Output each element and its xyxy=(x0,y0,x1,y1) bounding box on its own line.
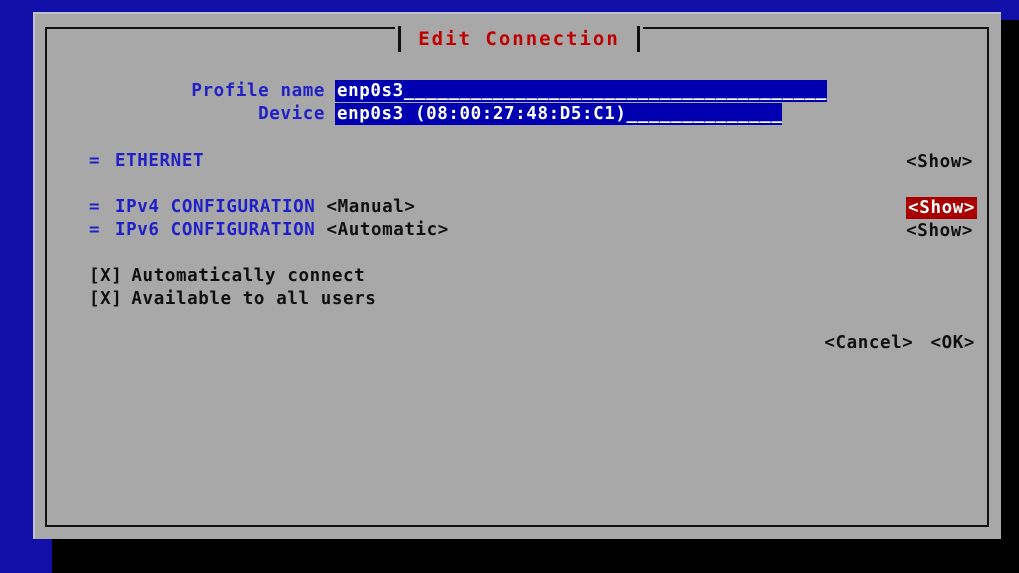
desktop-background: Edit Connection Profile name enp0s3_____… xyxy=(0,0,1019,573)
ipv6-method-selector[interactable]: <Automatic> xyxy=(326,220,449,240)
profile-name-row: Profile name enp0s3_____________________… xyxy=(45,80,827,102)
device-row: Device enp0s3 (08:00:27:48:D5:C1)_______… xyxy=(45,103,783,125)
device-filler: ______________ xyxy=(626,104,783,124)
dialog-content: Profile name enp0s3_____________________… xyxy=(45,27,989,527)
device-label: Device xyxy=(258,104,325,124)
ipv6-show-button[interactable]: <Show> xyxy=(904,220,975,242)
checkbox-automatically-connect-label: Automatically connect xyxy=(131,266,366,286)
section-collapse-marker: = xyxy=(89,197,100,217)
checkbox-mark: [X] xyxy=(89,289,123,309)
ok-button[interactable]: <OK> xyxy=(930,333,975,353)
section-collapse-marker: = xyxy=(89,220,100,240)
checkbox-available-to-all-users[interactable]: [X] Available to all users xyxy=(89,288,376,310)
section-ipv6-label: IPv6 CONFIGURATION xyxy=(115,220,316,240)
checkbox-available-to-all-users-label: Available to all users xyxy=(131,289,377,309)
edit-connection-dialog: Edit Connection Profile name enp0s3_____… xyxy=(33,12,1001,539)
profile-name-filler: ______________________________________ xyxy=(403,81,827,101)
section-ipv4[interactable]: = IPv4 CONFIGURATION <Manual> xyxy=(89,197,416,217)
profile-name-value: enp0s3 xyxy=(337,81,404,101)
dialog-button-row: <Cancel> <OK> xyxy=(824,333,975,353)
section-ipv6[interactable]: = IPv6 CONFIGURATION <Automatic> xyxy=(89,220,449,240)
section-collapse-marker: = xyxy=(89,151,100,171)
cancel-button[interactable]: <Cancel> xyxy=(824,333,913,353)
section-ethernet[interactable]: = ETHERNET xyxy=(89,151,204,171)
section-ipv4-label: IPv4 CONFIGURATION xyxy=(115,197,316,217)
section-ethernet-label: ETHERNET xyxy=(115,151,205,171)
checkbox-automatically-connect[interactable]: [X] Automatically connect xyxy=(89,265,365,287)
ethernet-show-button[interactable]: <Show> xyxy=(904,151,975,173)
ipv4-show-button[interactable]: <Show> xyxy=(906,197,977,219)
device-value: enp0s3 (08:00:27:48:D5:C1) xyxy=(337,104,627,124)
profile-name-input[interactable]: enp0s3__________________________________… xyxy=(335,80,827,102)
checkbox-mark: [X] xyxy=(89,266,123,286)
device-input[interactable]: enp0s3 (08:00:27:48:D5:C1)______________ xyxy=(335,103,783,125)
profile-name-label: Profile name xyxy=(191,81,325,101)
ipv4-method-selector[interactable]: <Manual> xyxy=(326,197,415,217)
